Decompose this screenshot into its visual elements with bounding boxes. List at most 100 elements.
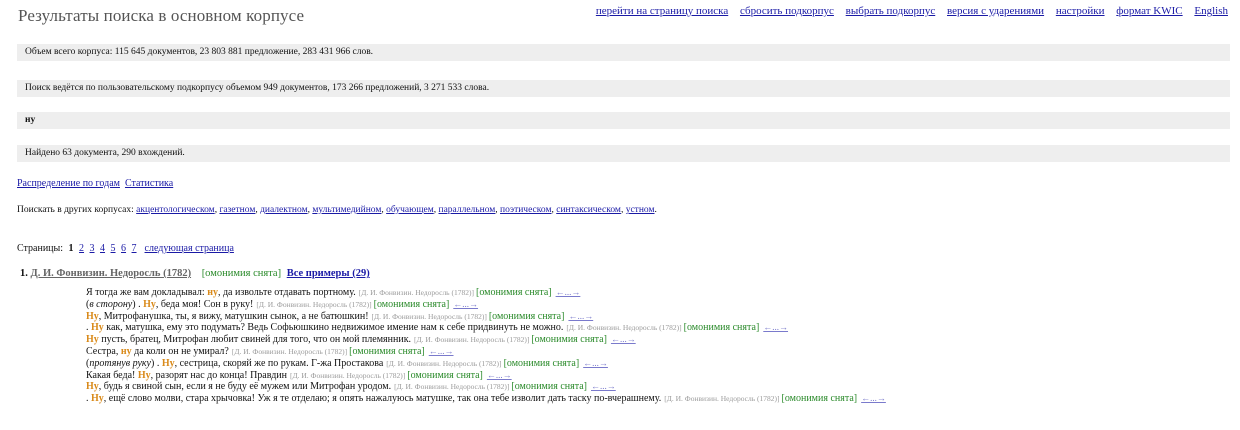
page-link-2[interactable]: 2 [79, 243, 84, 254]
snippet-homonymy: [омонимия снята] [373, 298, 450, 310]
snippet-source: [Д. И. Фонвизин. Недоросль (1782)] [371, 311, 487, 321]
snippet-row: Ну пусть, братец, Митрофан любит свиней … [86, 334, 886, 346]
link-settings[interactable]: настройки [1056, 5, 1105, 17]
snippet-row: . Ну, ещё слово молви, стара хрычовка! У… [86, 393, 886, 405]
link-statistics[interactable]: Статистика [125, 178, 173, 189]
pagination: Страницы: 1 2 3 4 5 6 7 следующая страни… [17, 243, 234, 254]
result-header: 1. Д. И. Фонвизин. Недоросль (1782) [омо… [20, 268, 370, 279]
stats-links: Распределение по годам Статистика [17, 178, 173, 189]
snippet-remark: в сторону [89, 298, 133, 310]
corpus-link-multimedia[interactable]: мультимедийном [312, 205, 381, 215]
snippet-source: [Д. И. Фонвизин. Недоросль (1782)] [358, 288, 474, 297]
found-bar: Найдено 63 документа, 290 вхождений. [17, 145, 1230, 162]
snippet-hit: Ну [143, 298, 156, 310]
next-page-link[interactable]: следующая страница [145, 243, 234, 254]
all-examples-link[interactable]: Все примеры (29) [287, 268, 370, 279]
snippet-context-link[interactable]: ←...→ [487, 370, 512, 380]
other-corpora: Поискать в других корпусах: акцентологич… [17, 205, 657, 215]
corpus-link-newspaper[interactable]: газетном [219, 205, 255, 215]
snippet-row: (в сторону) . Ну, беда моя! Сон в руку![… [86, 299, 886, 311]
snippet-text-before: Сестра, [86, 345, 121, 357]
page-link-3[interactable]: 3 [90, 243, 95, 254]
corpus-link-accent[interactable]: акцентологическом [136, 205, 215, 215]
snippet-source: [Д. И. Фонвизин. Недоросль (1782)] [290, 370, 406, 380]
result-number: 1. [20, 268, 28, 279]
snippet-source: [Д. И. Фонвизин. Недоросль (1782)] [231, 346, 348, 356]
current-page: 1 [68, 243, 74, 254]
snippet-text-after: , да извольте отдавать портному. [217, 287, 356, 298]
page-link-4[interactable]: 4 [100, 243, 105, 254]
snippet-text-before: ) . [151, 357, 162, 369]
page-title: Результаты поиска в основном корпусе [18, 6, 305, 25]
snippet-source: [Д. И. Фонвизин. Недоросль (1782)] [256, 299, 372, 309]
other-corpora-label: Поискать в других корпусах: [17, 205, 134, 215]
corpus-link-educational[interactable]: обучающем [386, 205, 434, 215]
snippet-hit: Ну [86, 334, 99, 346]
page-link-5[interactable]: 5 [111, 243, 116, 254]
snippet-homonymy: [омонимия снята] [511, 381, 587, 393]
snippet-homonymy: [омонимия снята] [475, 287, 552, 298]
snippet-hit: Ну [91, 393, 104, 405]
result-homonymy: [омонимия снята] [201, 268, 282, 279]
snippet-row: Ну, Митрофанушка, ты, я вижу, матушкин с… [86, 311, 886, 323]
link-accent-version[interactable]: версия с ударениями [947, 5, 1044, 17]
snippet-context-link[interactable]: ←...→ [568, 311, 593, 321]
snippet-homonymy: [омонимия снята] [781, 393, 858, 405]
query-bar: ну [17, 112, 1230, 129]
snippet-row: . Ну как, матушка, ему это подумать? Вед… [86, 322, 886, 334]
subcorpus-bar: Поиск ведётся по пользовательскому подко… [17, 80, 1230, 97]
snippet-context-link[interactable]: ←...→ [861, 393, 886, 403]
result-doc-link[interactable]: Д. И. Фонвизин. Недоросль (1782) [31, 268, 192, 279]
snippet-hit: ну [120, 345, 132, 357]
link-search-page[interactable]: перейти на страницу поиска [596, 5, 728, 17]
snippet-homonymy: [омонимия снята] [531, 334, 607, 346]
snippet-context-link[interactable]: ←...→ [453, 299, 478, 309]
snippet-text-after: да коли он не умирал? [131, 345, 229, 357]
snippet-row: Я тогда же вам докладывал: ну, да изволь… [86, 287, 886, 299]
page-link-6[interactable]: 6 [121, 243, 126, 254]
snippet-text-before: Какая беда! [86, 369, 138, 381]
snippet-source: [Д. И. Фонвизин. Недоросль (1782)] [566, 323, 682, 333]
snippet-row: Какая беда! Ну, разорят нас до конца! Пр… [86, 370, 886, 382]
corpus-link-poetic[interactable]: поэтическом [500, 205, 551, 215]
snippet-text-before: Я тогда же вам докладывал: [86, 287, 208, 298]
link-by-years[interactable]: Распределение по годам [17, 178, 120, 189]
snippet-hit: Ну [137, 369, 151, 381]
snippet-text-after: , сестрица, скоряй же по рукам. Г-жа Про… [174, 357, 384, 369]
snippet-list: Я тогда же вам докладывал: ну, да изволь… [86, 287, 886, 405]
link-english[interactable]: English [1194, 5, 1228, 17]
snippet-homonymy: [омонимия снята] [407, 369, 483, 381]
snippet-hit: Ну [86, 381, 99, 393]
snippet-context-link[interactable]: ←...→ [591, 381, 616, 391]
snippet-row: Ну, будь я свиной сын, если я не буду её… [86, 381, 886, 393]
snippet-source: [Д. И. Фонвизин. Недоросль (1782)] [414, 335, 530, 345]
link-select-subcorpus[interactable]: выбрать подкорпус [846, 5, 936, 17]
snippet-hit: Ну [161, 357, 175, 369]
pagination-label: Страницы: [17, 243, 64, 254]
snippet-hit: ну [207, 287, 218, 298]
top-links: перейти на страницу поиска сбросить подк… [587, 5, 1228, 17]
snippet-row: (протянув руку) . Ну, сестрица, скоряй ж… [86, 358, 886, 370]
snippet-remark: протянув руку [89, 357, 151, 369]
link-reset-subcorpus[interactable]: сбросить подкорпус [740, 5, 834, 17]
snippet-hit: Ну [91, 322, 104, 334]
snippet-context-link[interactable]: ←...→ [583, 358, 608, 368]
corpus-link-parallel[interactable]: параллельном [439, 205, 496, 215]
snippet-row: Сестра, ну да коли он не умирал? [Д. И. Ф… [86, 346, 886, 358]
snippet-hit: Ну [86, 310, 99, 322]
corpus-link-syntactic[interactable]: синтаксическом [556, 205, 621, 215]
corpus-link-spoken[interactable]: устном [626, 205, 655, 215]
snippet-context-link[interactable]: ←...→ [611, 334, 636, 344]
link-kwic-format[interactable]: формат KWIC [1116, 5, 1182, 17]
page-link-7[interactable]: 7 [132, 243, 137, 254]
snippet-text-after: , разорят нас до конца! Правдин [150, 369, 287, 381]
snippet-context-link[interactable]: ←...→ [556, 287, 581, 297]
snippet-text-after: как, матушка, ему это подумать? Ведь Соф… [103, 322, 564, 334]
corpus-link-dialect[interactable]: диалектном [260, 205, 307, 215]
snippet-context-link[interactable]: ←...→ [429, 346, 454, 356]
snippet-text-after: , беда моя! Сон в руку! [155, 298, 254, 310]
snippet-homonymy: [омонимия снята] [683, 322, 760, 334]
snippet-homonymy: [омонимия снята] [349, 345, 425, 357]
snippet-text-after: , будь я свиной сын, если я не буду её м… [98, 381, 392, 393]
snippet-context-link[interactable]: ←...→ [763, 322, 788, 332]
